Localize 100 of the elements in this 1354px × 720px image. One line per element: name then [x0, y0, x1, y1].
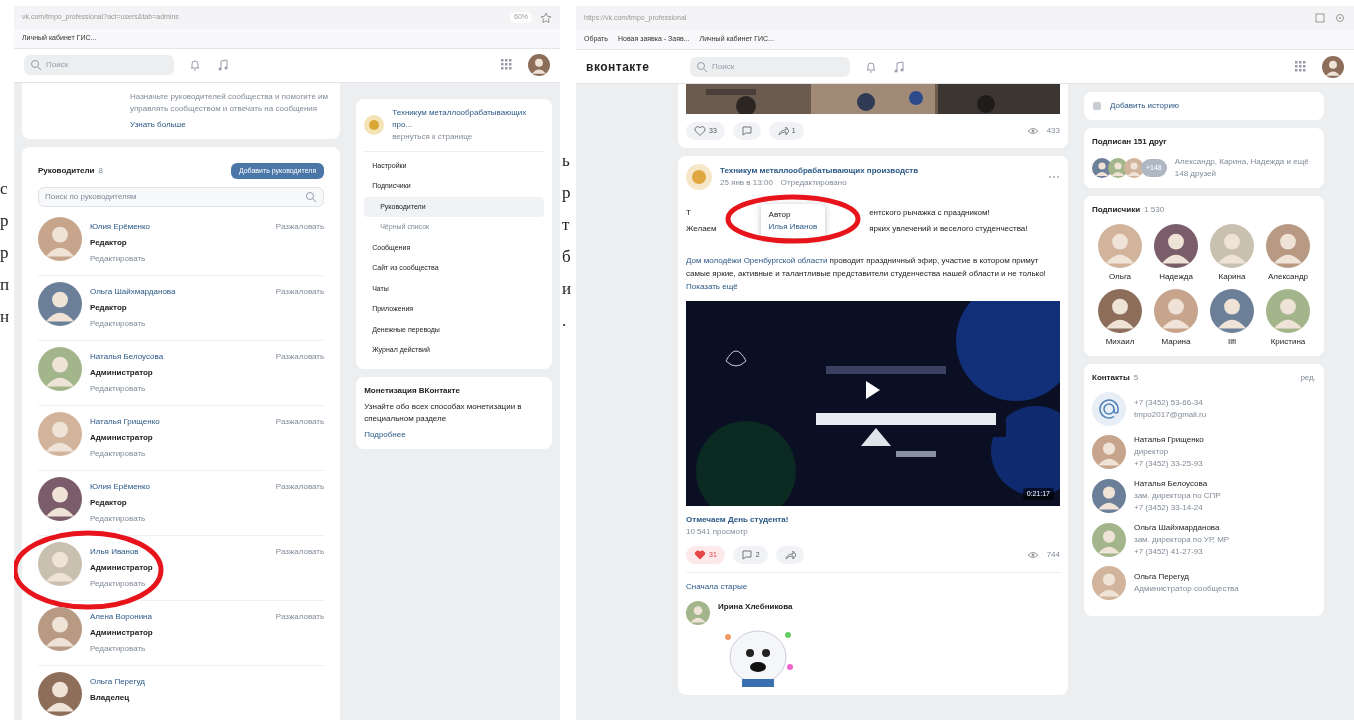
avatar	[38, 477, 82, 522]
demote-link[interactable]: Разжаловать	[275, 217, 325, 270]
person-name[interactable]: Юлия Ерёменко	[90, 221, 268, 234]
details-link[interactable]: Подробнее	[364, 428, 544, 441]
demote-link[interactable]: Разжаловать	[275, 412, 325, 465]
document-text: б	[562, 246, 572, 268]
back-link[interactable]: вернуться к странице	[392, 130, 544, 143]
follower-name[interactable]: Ilfi	[1228, 336, 1236, 348]
document-text: р	[562, 182, 572, 204]
avatar	[1154, 224, 1198, 268]
video-title[interactable]: Отмечаем День студента!	[686, 514, 1060, 526]
contact-detail: +7 (3452) 41-27-93	[1134, 546, 1204, 558]
follower-name[interactable]: Ольга	[1108, 271, 1132, 283]
follower-name[interactable]: Надежда	[1159, 271, 1193, 283]
view-count: 433	[1046, 125, 1060, 137]
role-label: Администратор	[90, 562, 154, 575]
share-button[interactable]	[775, 546, 804, 564]
bell-icon[interactable]	[188, 58, 202, 73]
edit-link[interactable]: Редактировать	[90, 643, 268, 656]
contact-name[interactable]: Наталья Белоусова	[1134, 478, 1221, 490]
logo[interactable]: вконтакте	[586, 57, 676, 76]
comment-button[interactable]	[732, 122, 761, 140]
person-name[interactable]: Юлия Ерёменко	[90, 481, 268, 494]
group-name[interactable]: Техникум металлообрабатывающих про...	[392, 106, 544, 131]
edit-link[interactable]: Редактировать	[90, 318, 268, 331]
comment-author[interactable]: Ирина Хлебникова	[718, 601, 798, 613]
avatar	[1210, 289, 1254, 333]
demote-link[interactable]: Разжаловать	[275, 607, 325, 660]
avatar	[38, 347, 82, 392]
avatar	[1098, 224, 1142, 268]
avatar	[686, 601, 710, 625]
leader-search-field[interactable]: Поиск по руководителям	[38, 187, 325, 208]
apps-icon[interactable]	[500, 58, 514, 73]
contact-detail: +7 (3452) 33-25-93	[1134, 458, 1204, 470]
music-icon[interactable]	[216, 58, 230, 73]
person-name[interactable]: Илья Иванов	[90, 546, 268, 559]
demote-link[interactable]: Разжаловать	[275, 542, 325, 595]
person-name[interactable]: Наталья Белоусова	[90, 351, 268, 364]
contact-name[interactable]: Наталья Грищенко	[1134, 434, 1204, 446]
group-logo-icon	[686, 164, 712, 190]
role-label: Владелец	[90, 692, 131, 705]
post-text: Желаем	[686, 223, 717, 235]
follower-name[interactable]: Кристина	[1270, 336, 1306, 348]
demote-link[interactable]: Разжаловать	[275, 282, 325, 335]
contact-detail: tmpo2017@gmail.ru	[1134, 409, 1207, 421]
section-title: Подписчики	[1092, 204, 1141, 216]
share-icon	[783, 549, 796, 561]
bell-icon[interactable]	[864, 59, 878, 74]
demote-link[interactable]: Разжаловать	[275, 477, 325, 530]
post-text: ентского рычажка с праздником!	[869, 207, 991, 219]
post-text: ярких увлечений и веселого студенчества!	[869, 223, 1028, 235]
demote-link[interactable]: Разжаловать	[275, 347, 325, 400]
more-icon[interactable]	[1048, 174, 1060, 180]
person-name[interactable]: Ольга Шайхмарданова	[90, 286, 268, 299]
at-sign-icon	[1092, 392, 1126, 426]
avatar	[1266, 289, 1310, 333]
document-text: ь	[562, 150, 571, 172]
avatar	[528, 54, 550, 77]
person-name[interactable]: Ольга Перегуд	[90, 676, 325, 689]
avatar	[38, 607, 82, 652]
search-icon	[305, 191, 318, 204]
follower-name[interactable]: Марина	[1161, 336, 1191, 348]
avatar	[1266, 224, 1310, 268]
add-story-link[interactable]: Добавить историю	[1110, 100, 1179, 112]
role-label: Редактор	[90, 302, 128, 315]
comment-icon	[740, 125, 753, 137]
edit-link[interactable]: ред.	[1300, 372, 1316, 384]
edit-link[interactable]: Редактировать	[90, 383, 268, 396]
play-icon[interactable]	[864, 379, 882, 401]
avatar	[1322, 55, 1344, 78]
group-link[interactable]: Дом молодёжи Оренбургской области	[686, 256, 828, 265]
more-link[interactable]: Узнать больше	[130, 118, 333, 131]
post-author[interactable]: Техникум металлообрабатывающих производств	[720, 165, 919, 177]
search-icon	[30, 59, 42, 72]
edit-link[interactable]: Редактировать	[90, 513, 268, 526]
follower-name[interactable]: Карина	[1218, 271, 1246, 283]
apps-icon[interactable]	[1294, 59, 1308, 74]
role-label: Администратор	[90, 432, 154, 445]
sort-dropdown[interactable]: Сначала старые	[686, 581, 1060, 593]
show-more-link[interactable]: Показать ещё	[686, 282, 738, 291]
edit-link[interactable]: Редактировать	[90, 448, 268, 461]
share-icon	[776, 125, 789, 137]
section-title: Подписан 151 друг	[1092, 136, 1168, 148]
post-date: 25 янв в 13:00	[720, 177, 773, 189]
person-name[interactable]: Алена Воронина	[90, 611, 268, 624]
edit-link[interactable]: Редактировать	[90, 253, 268, 266]
card-title: Монетизация ВКонтакте	[364, 384, 461, 397]
document-text: р	[0, 242, 10, 264]
section-title: Контакты	[1092, 372, 1130, 384]
music-icon[interactable]	[892, 59, 906, 74]
follower-name[interactable]: Михаил	[1105, 336, 1135, 348]
contact-name[interactable]: Ольга Перегуд	[1134, 571, 1239, 583]
author-link[interactable]: Илья Иванов	[768, 221, 818, 233]
video-views: 10 541 просмотр	[686, 526, 749, 538]
person-name[interactable]: Наталья Грищенко	[90, 416, 268, 429]
contact-name[interactable]: Ольга Шайхмарданова	[1134, 522, 1230, 534]
star-icon[interactable]	[540, 11, 552, 24]
avatar	[1210, 224, 1254, 268]
follower-name[interactable]: Александр	[1268, 271, 1308, 283]
edit-link[interactable]: Редактировать	[90, 578, 268, 591]
